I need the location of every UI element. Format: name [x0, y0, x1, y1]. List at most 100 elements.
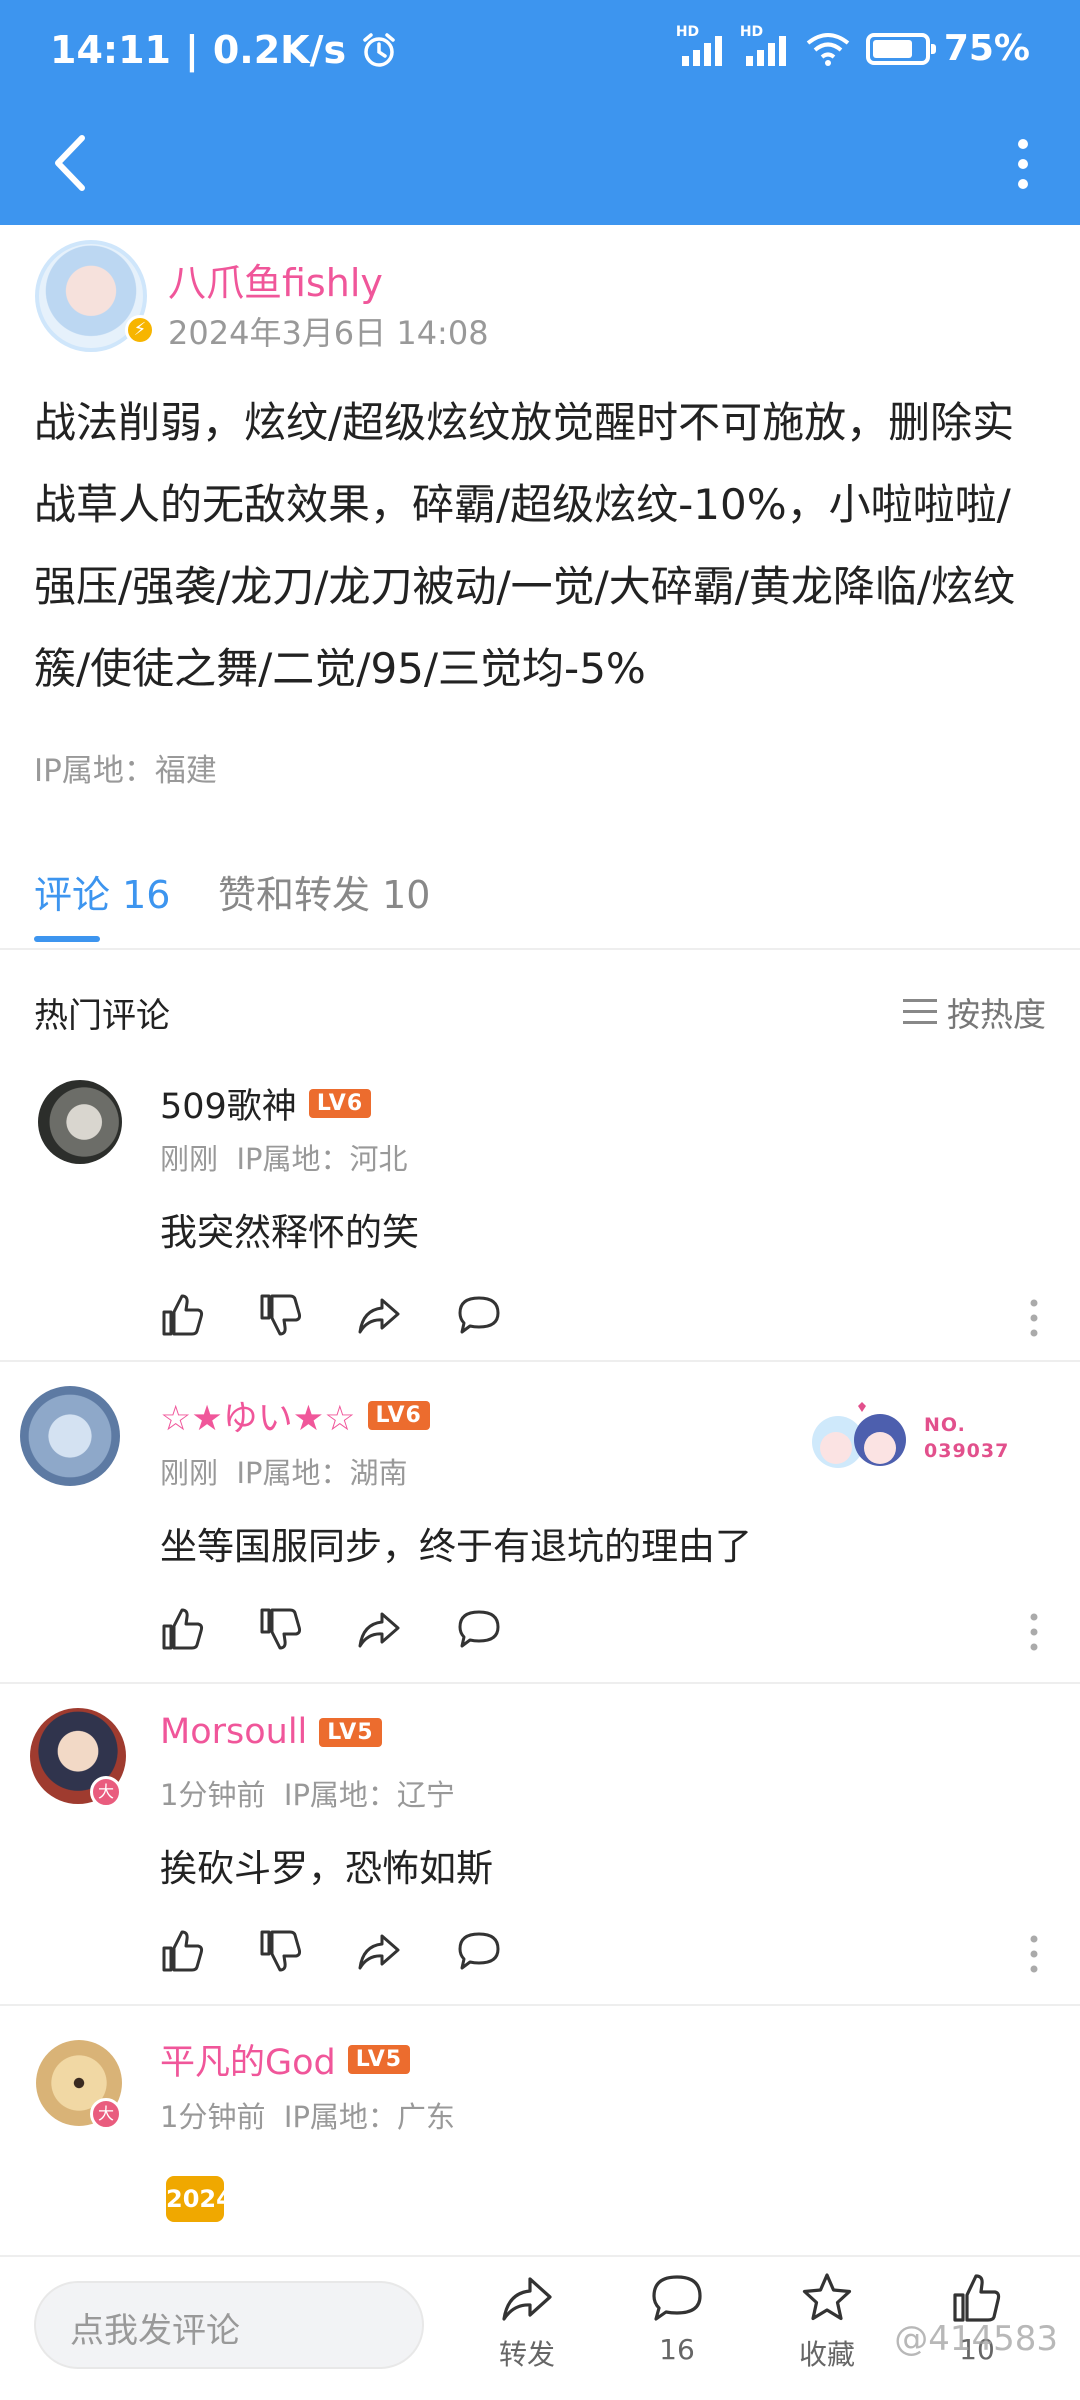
level-badge: LV5: [319, 1717, 382, 1747]
share-icon[interactable]: [356, 1606, 402, 1652]
comment-ip: IP属地：湖南: [236, 1456, 408, 1490]
repost-icon: [502, 2277, 552, 2321]
comment-ip: IP属地：河北: [236, 1142, 408, 1176]
repost-label: 转发: [498, 2338, 555, 2371]
thumbs-down-icon[interactable]: [258, 1292, 304, 1338]
alarm-icon: [363, 33, 395, 67]
comment-actions: [160, 1292, 1040, 1342]
active-tab-indicator: [34, 936, 100, 942]
comment-text: 挨砍斗罗，恐怖如斯: [160, 1847, 493, 1890]
comment-time: 刚刚: [160, 1142, 219, 1176]
comment-input[interactable]: 点我发评论: [34, 2281, 424, 2369]
lightning-badge-icon: ⚡: [125, 315, 155, 345]
battery-icon: [865, 32, 936, 65]
comment-item: 大 平凡的God LV5 1分钟前 IP属地：广东 2024: [0, 2006, 1080, 2255]
comment-ip: IP属地：广东: [283, 2100, 455, 2134]
badge-da-icon: 大: [90, 1776, 122, 1808]
comment-meta: 刚刚 IP属地：河北: [160, 1136, 408, 1178]
status-bar: 14:11 | 0.2K/s HD HD 75%: [0, 0, 1080, 100]
status-time: 14:11: [50, 28, 171, 72]
commenter-name[interactable]: 509歌神: [160, 1078, 297, 1129]
favorite-label: 收藏: [798, 2338, 855, 2371]
anime-pair-sticker-icon: [812, 1402, 906, 1468]
hot-comments-header: 热门评论 按热度: [0, 980, 1080, 1040]
thumbs-down-icon[interactable]: [258, 1606, 304, 1652]
thumbs-up-icon[interactable]: [160, 1292, 206, 1338]
commenter-avatar[interactable]: [38, 1080, 122, 1164]
share-icon[interactable]: [356, 1292, 402, 1338]
reply-icon[interactable]: [456, 1606, 502, 1652]
hot-comments-title: 热门评论: [34, 996, 170, 1036]
comment-time: 1分钟前: [160, 1778, 266, 1812]
fan-badge-decoration: NO. 039037: [800, 1396, 1010, 1476]
comment-item: ☆★ゆい★☆ LV6 NO. 039037 刚刚 IP属地：湖南 坐等国服同步，终…: [0, 1362, 1080, 1684]
comment-tabs: 评论 16 赞和转发 10: [0, 850, 1080, 950]
sort-list-icon: [903, 999, 937, 1025]
post-author: ⚡ 八爪鱼fishly 2024年3月6日 14:08: [30, 240, 1050, 352]
reply-icon[interactable]: [456, 1292, 502, 1338]
wifi-icon: [806, 32, 850, 66]
battery-percent: 75%: [943, 28, 1030, 69]
comment-actions: [160, 1606, 1040, 1656]
post-body: 战法削弱，炫纹/超级炫纹放觉醒时不可施放，删除实战草人的无敌效果，碎霸/超级炫纹…: [34, 398, 1016, 693]
status-divider: |: [184, 28, 199, 72]
repost-button[interactable]: 转发: [472, 2271, 582, 2391]
comment-more-icon[interactable]: [1028, 1934, 1040, 1974]
commenter-avatar[interactable]: [20, 1386, 120, 1486]
comment-meta: 刚刚 IP属地：湖南: [160, 1450, 408, 1492]
signal-bars-icon: [681, 35, 722, 66]
comment-time: 刚刚: [160, 1456, 219, 1490]
comment-icon: [652, 2275, 702, 2321]
comment-count-button[interactable]: 16: [622, 2271, 732, 2391]
post-ip-location: IP属地：福建: [34, 753, 217, 789]
badge-da-icon: 大: [90, 2098, 122, 2130]
comment-time: 1分钟前: [160, 2100, 266, 2134]
comment-text: 我突然释怀的笑: [160, 1211, 419, 1254]
comment-meta: 1分钟前 IP属地：广东: [160, 2094, 455, 2136]
bottom-action-bar: 点我发评论 转发 16 收藏 10 @414583: [0, 2255, 1080, 2400]
more-options-icon[interactable]: [1010, 136, 1036, 192]
commenter-name[interactable]: Morsoull: [160, 1712, 307, 1752]
comment-more-icon[interactable]: [1028, 1298, 1040, 1338]
tab-likes-reposts[interactable]: 赞和转发 10: [218, 864, 430, 919]
sort-by-hot-button[interactable]: 按热度: [903, 988, 1046, 1036]
battery-fill: [872, 39, 912, 58]
comment-actions: [160, 1928, 1040, 1978]
watermark-text: @414583: [894, 2319, 1058, 2359]
thumbs-up-icon[interactable]: [160, 1606, 206, 1652]
app-bar: [0, 100, 1080, 225]
like-icon: [953, 2274, 1001, 2322]
fan-badge-no-value: 039037: [924, 1440, 1010, 1462]
fan-badge-number: NO. 039037: [924, 1412, 1009, 1464]
back-arrow-icon[interactable]: [44, 130, 104, 196]
tab-comments[interactable]: 评论 16: [34, 864, 170, 919]
comment-item: 大 Morsoull LV5 1分钟前 IP属地：辽宁 挨砍斗罗，恐怖如斯: [0, 1684, 1080, 2006]
network-speed: 0.2K/s: [212, 28, 347, 72]
level-badge: LV6: [367, 1401, 430, 1430]
reply-icon[interactable]: [456, 1928, 502, 1974]
comment-more-icon[interactable]: [1028, 1612, 1040, 1652]
signal-hd-icon-2: HD: [740, 24, 790, 66]
comment-meta: 1分钟前 IP属地：辽宁: [160, 1772, 455, 1814]
level-badge: LV5: [347, 2045, 411, 2074]
sticker-2024: 2024: [166, 2176, 233, 2222]
comment-text: 坐等国服同步，终于有退坑的理由了: [160, 1525, 752, 1568]
author-name[interactable]: 八爪鱼fishly: [168, 252, 383, 307]
fan-badge-no-label: NO.: [924, 1414, 966, 1436]
favorite-button[interactable]: 收藏: [772, 2271, 882, 2391]
signal-hd-icon: HD: [676, 24, 726, 66]
star-icon: [802, 2273, 852, 2321]
sticker-2024-text: 2024: [166, 2185, 233, 2213]
comment-count: 16: [659, 2333, 695, 2366]
sort-label: 按热度: [947, 995, 1046, 1034]
commenter-name[interactable]: ☆★ゆい★☆: [160, 1390, 356, 1441]
comment-item: 509歌神 LV6 刚刚 IP属地：河北 我突然释怀的笑: [0, 1070, 1080, 1362]
post-timestamp: 2024年3月6日 14:08: [168, 314, 489, 352]
comment-ip: IP属地：辽宁: [283, 1778, 455, 1812]
signal-bars-icon-2: [745, 35, 786, 66]
commenter-name[interactable]: 平凡的God: [160, 2034, 336, 2085]
level-badge: LV6: [308, 1089, 372, 1118]
thumbs-down-icon[interactable]: [258, 1928, 304, 1974]
thumbs-up-icon[interactable]: [160, 1928, 206, 1974]
share-icon[interactable]: [356, 1928, 402, 1974]
